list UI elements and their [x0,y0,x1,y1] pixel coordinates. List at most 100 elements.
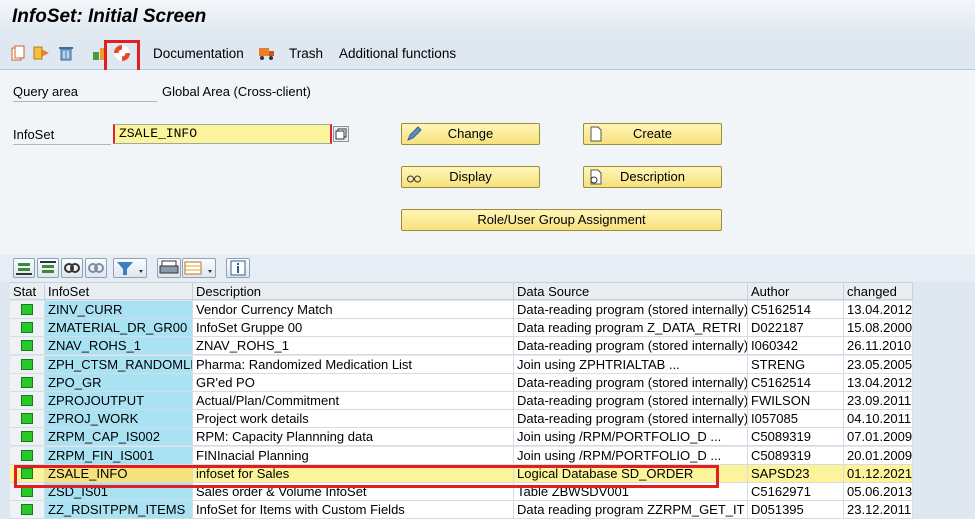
role-user-group-assignment-button[interactable]: Role/User Group Assignment [401,209,722,231]
change-button[interactable]: Change [401,123,540,145]
author-cell[interactable]: D051395 [748,501,844,519]
changed-cell[interactable]: 04.10.2011 [844,410,913,429]
infoset-cell[interactable]: ZZ_RDSITPPM_ITEMS [45,501,193,519]
find-icon[interactable] [61,258,83,278]
author-cell[interactable]: D022187 [748,319,844,338]
table-row[interactable]: ZNAV_ROHS_1 ZNAV_ROHS_1 Data-reading progr… [10,337,913,356]
print-icon[interactable] [157,258,181,278]
changed-cell[interactable]: 20.01.2009 [844,446,913,465]
data-source-cell[interactable]: Join using ZPHTRIALTAB ... [514,355,748,374]
author-cell[interactable]: STRENG [748,355,844,374]
description-cell[interactable]: Actual/Plan/Commitment [193,392,514,410]
delete-icon[interactable] [57,44,75,62]
documentation-button[interactable]: Documentation [153,46,244,61]
status-cell[interactable] [10,446,45,465]
value-help-button[interactable] [333,126,349,142]
status-cell[interactable] [10,373,45,392]
infoset-cell[interactable]: ZMATERIAL_DR_GR00 [45,319,193,338]
changed-cell[interactable]: 23.09.2011 [844,392,913,410]
changed-cell[interactable]: 07.01.2009 [844,428,913,447]
table-row[interactable]: ZPROJ_WORK Project work details Data-readi… [10,410,913,429]
data-source-cell[interactable]: Data-reading program (stored internally) [514,410,748,429]
header-data-source[interactable]: Data Source [514,283,748,301]
description-cell[interactable]: RPM: Capacity Plannning data [193,428,514,447]
description-button[interactable]: Description [583,166,722,188]
sort-descending-icon[interactable] [37,258,59,278]
infoset-cell[interactable]: ZPROJOUTPUT [45,392,193,410]
data-source-cell[interactable]: Data-reading program (stored internally) [514,301,748,319]
author-cell[interactable]: C5162514 [748,301,844,319]
header-author[interactable]: Author [748,283,844,301]
status-cell[interactable] [10,501,45,519]
status-cell[interactable] [10,392,45,410]
infoset-cell[interactable]: ZPO_GR [45,373,193,392]
table-row[interactable]: ZRPM_FIN_IS001 FINInacial Planning Join us… [10,446,913,465]
description-cell[interactable]: ZNAV_ROHS_1 [193,337,514,356]
table-row[interactable]: ZINV_CURR Vendor Currency Match Data-readi… [10,301,913,319]
truck-icon[interactable] [258,44,276,62]
changed-cell[interactable]: 05.06.2013 [844,483,913,501]
status-cell[interactable] [10,319,45,338]
changed-cell[interactable]: 01.12.2021 [844,464,913,483]
table-row[interactable]: ZPROJOUTPUT Actual/Plan/Commitment Data-re… [10,392,913,410]
status-cell[interactable] [10,428,45,447]
additional-functions-menu[interactable]: Additional functions [339,46,456,61]
table-row[interactable]: ZZ_RDSITPPM_ITEMS InfoSet for Items with … [10,501,913,519]
lifebuoy-icon[interactable] [113,44,131,62]
status-cell[interactable] [10,355,45,374]
changed-cell[interactable]: 23.05.2005 [844,355,913,374]
changed-cell[interactable]: 26.11.2010 [844,337,913,356]
header-changed[interactable]: changed [844,283,913,301]
table-row[interactable]: ZPO_GR GR'ed PO Data-reading program (stor… [10,373,913,392]
rename-icon[interactable] [33,44,51,62]
filter-icon[interactable] [113,258,147,278]
author-cell[interactable]: C5089319 [748,428,844,447]
data-source-cell[interactable]: Join using /RPM/PORTFOLIO_D ... [514,446,748,465]
changed-cell[interactable]: 23.12.2011 [844,501,913,519]
find-next-icon[interactable] [85,258,107,278]
infoset-input[interactable]: ZSALE_INFO [113,124,332,144]
status-cell[interactable] [10,337,45,356]
infoset-cell[interactable]: ZINV_CURR [45,301,193,319]
changed-cell[interactable]: 15.08.2000 [844,319,913,338]
data-source-cell[interactable]: Data reading program ZZRPM_GET_IT [514,501,748,519]
data-source-cell[interactable]: Join using /RPM/PORTFOLIO_D ... [514,428,748,447]
trash-button[interactable]: Trash [289,46,323,61]
description-cell[interactable]: Project work details [193,410,514,429]
changed-cell[interactable]: 13.04.2012 [844,373,913,392]
description-cell[interactable]: GR'ed PO [193,373,514,392]
table-row[interactable]: ZRPM_CAP_IS002 RPM: Capacity Plannning da… [10,428,913,447]
infoset-cell[interactable]: ZNAV_ROHS_1 [45,337,193,356]
create-button[interactable]: Create [583,123,722,145]
author-cell[interactable]: SAPSD23 [748,464,844,483]
header-stat[interactable]: Stat [10,283,45,301]
status-cell[interactable] [10,410,45,429]
copy-icon[interactable] [9,44,27,62]
author-cell[interactable]: C5162971 [748,483,844,501]
data-source-cell[interactable]: Data-reading program (stored internally) [514,373,748,392]
author-cell[interactable]: I060342 [748,337,844,356]
header-description[interactable]: Description [193,283,514,301]
author-cell[interactable]: I057085 [748,410,844,429]
infoset-cell[interactable]: ZPH_CTSM_RANDOMLI [45,355,193,374]
author-cell[interactable]: C5089319 [748,446,844,465]
table-row[interactable]: ZMATERIAL_DR_GR00 InfoSet Gruppe 00 Data r… [10,319,913,338]
author-cell[interactable]: FWILSON [748,392,844,410]
infoset-cell[interactable]: ZPROJ_WORK [45,410,193,429]
changed-cell[interactable]: 13.04.2012 [844,301,913,319]
description-cell[interactable]: Pharma: Randomized Medication List [193,355,514,374]
description-cell[interactable]: InfoSet Gruppe 00 [193,319,514,338]
header-infoset[interactable]: InfoSet [45,283,193,301]
sort-ascending-icon[interactable] [13,258,35,278]
author-cell[interactable]: C5162514 [748,373,844,392]
data-source-cell[interactable]: Data-reading program (stored internally) [514,337,748,356]
infoset-cell[interactable]: ZRPM_CAP_IS002 [45,428,193,447]
description-cell[interactable]: Vendor Currency Match [193,301,514,319]
data-source-cell[interactable]: Data reading program Z_DATA_RETRI [514,319,748,338]
data-source-cell[interactable]: Data-reading program (stored internally) [514,392,748,410]
display-button[interactable]: Display [401,166,540,188]
infoset-cell[interactable]: ZRPM_FIN_IS001 [45,446,193,465]
info-icon[interactable] [226,258,250,278]
status-cell[interactable] [10,301,45,319]
layout-icon[interactable] [182,258,216,278]
